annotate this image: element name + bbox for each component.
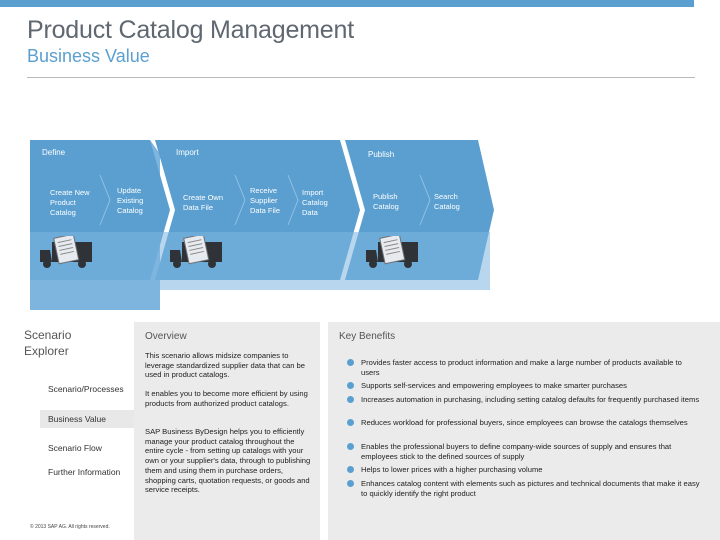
phase-publish: Publish bbox=[368, 150, 395, 159]
bullet-icon bbox=[347, 359, 354, 366]
benefit-item: Enables the professional buyers to defin… bbox=[347, 442, 702, 461]
bullet-icon bbox=[347, 466, 354, 473]
overview-title: Overview bbox=[145, 331, 187, 342]
truck-catalog-icon bbox=[40, 236, 92, 268]
nav-item-scenario-processes[interactable]: Scenario/Processes bbox=[40, 380, 134, 398]
bullet-icon bbox=[347, 382, 354, 389]
top-accent-bar bbox=[0, 0, 694, 7]
key-benefits-title: Key Benefits bbox=[339, 331, 396, 342]
step-create-own-data-file[interactable]: Create Own Data File bbox=[183, 193, 233, 213]
phase-define: Define bbox=[42, 148, 66, 157]
page-title: Product Catalog Management bbox=[27, 16, 354, 44]
truck-catalog-icon bbox=[366, 236, 418, 268]
overview-paragraph: It enables you to become more efficient … bbox=[145, 389, 308, 408]
overview-paragraph: SAP Business ByDesign helps you to effic… bbox=[145, 427, 311, 495]
nav-item-scenario-flow[interactable]: Scenario Flow bbox=[40, 439, 134, 457]
step-publish-catalog[interactable]: Publish Catalog bbox=[373, 192, 417, 212]
copyright-notice: © 2013 SAP AG. All rights reserved. bbox=[30, 524, 110, 530]
overview-paragraph: This scenario allows midsize companies t… bbox=[145, 351, 305, 380]
bullet-icon bbox=[347, 480, 354, 487]
step-search-catalog[interactable]: Search Catalog bbox=[434, 192, 474, 212]
benefit-item: Enhances catalog content with elements s… bbox=[347, 479, 702, 498]
step-create-new-catalog[interactable]: Create New Product Catalog bbox=[50, 188, 98, 218]
benefit-item: Increases automation in purchasing, incl… bbox=[347, 395, 702, 405]
define-chevron-shape bbox=[30, 140, 160, 310]
page-subtitle: Business Value bbox=[27, 46, 150, 66]
nav-item-business-value[interactable]: Business Value bbox=[40, 410, 134, 428]
key-benefits-panel bbox=[328, 322, 720, 540]
phase-import: Import bbox=[176, 148, 199, 157]
step-import-catalog-data[interactable]: Import Catalog Data bbox=[302, 188, 336, 218]
benefit-item: Reduces workload for professional buyers… bbox=[347, 418, 702, 428]
benefit-item: Supports self-services and empowering em… bbox=[347, 381, 702, 391]
step-update-existing-catalog[interactable]: Update Existing Catalog bbox=[117, 186, 157, 216]
benefit-item: Provides faster access to product inform… bbox=[347, 358, 702, 377]
bullet-icon bbox=[347, 396, 354, 403]
title-divider bbox=[27, 77, 695, 78]
nav-item-further-information[interactable]: Further Information bbox=[40, 463, 134, 481]
bullet-icon bbox=[347, 443, 354, 450]
step-receive-supplier-data[interactable]: Receive Supplier Data File bbox=[250, 186, 288, 216]
benefit-item: Helps to lower prices with a higher purc… bbox=[347, 465, 702, 475]
scenario-explorer-title: Scenario Explorer bbox=[24, 328, 72, 358]
truck-catalog-icon bbox=[170, 236, 222, 268]
bullet-icon bbox=[347, 419, 354, 426]
